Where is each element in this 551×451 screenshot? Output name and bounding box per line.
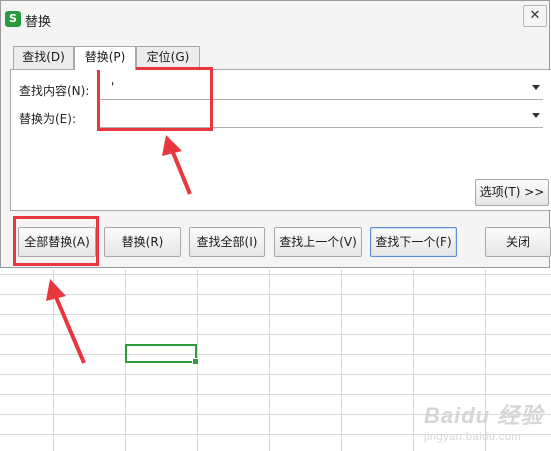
arrow-line <box>54 296 86 364</box>
arrow-head-icon <box>162 135 182 156</box>
annotation-arrow-up-inputs <box>162 135 192 195</box>
arrow-head-icon <box>46 279 66 301</box>
arrow-line <box>170 149 192 195</box>
tab-replace[interactable]: 替换(P) <box>74 46 136 70</box>
annotation-arrow-up-replace-all <box>46 279 86 364</box>
